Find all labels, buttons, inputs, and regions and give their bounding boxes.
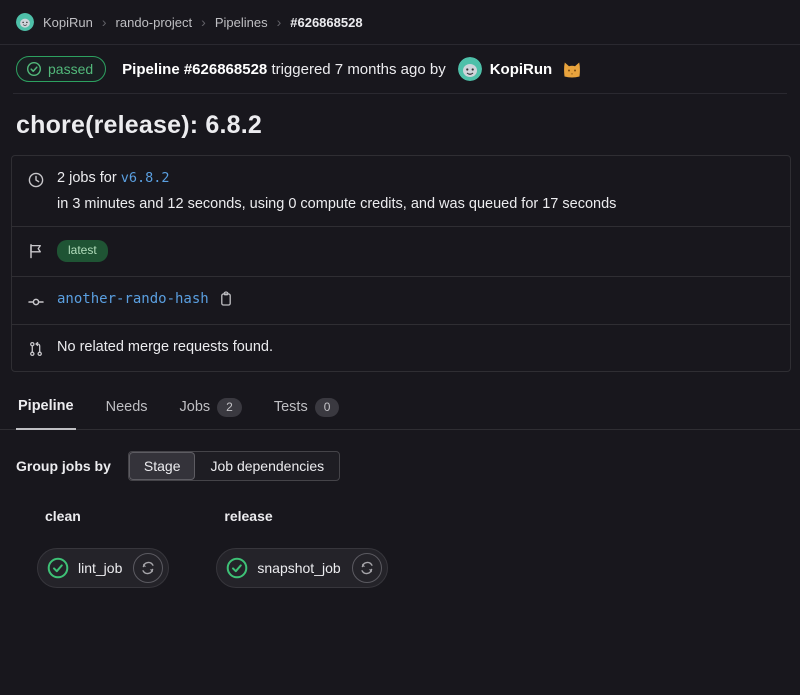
retry-icon — [359, 560, 375, 576]
project-avatar — [16, 13, 34, 31]
breadcrumb-pipelines-link[interactable]: Pipelines — [215, 15, 268, 30]
merge-request-row: No related merge requests found. — [12, 324, 790, 371]
commit-hash-link[interactable]: another-rando-hash — [57, 291, 209, 307]
tab-jobs-label: Jobs — [180, 399, 211, 415]
ref-link[interactable]: v6.8.2 — [121, 170, 170, 186]
stage-name: clean — [45, 508, 169, 524]
commit-icon — [28, 294, 44, 310]
group-by-stage-button[interactable]: Stage — [129, 452, 196, 480]
triggered-text: triggered 7 months ago by — [271, 61, 445, 78]
tab-needs-label: Needs — [106, 399, 148, 415]
breadcrumb: KopiRun › rando-project › Pipelines › #6… — [0, 0, 800, 45]
commit-row: another-rando-hash — [12, 276, 790, 324]
tab-tests-label: Tests — [274, 399, 308, 415]
group-by-dependencies-button[interactable]: Job dependencies — [195, 452, 339, 480]
group-by-segmented-control: Stage Job dependencies — [128, 451, 340, 481]
jobs-count-text: 2 jobs for — [57, 170, 117, 186]
retry-icon — [140, 560, 156, 576]
latest-badge-row: latest — [12, 226, 790, 276]
clock-icon — [28, 172, 44, 188]
clipboard-icon — [218, 291, 234, 307]
pipeline-tabs: Pipeline Needs Jobs 2 Tests 0 — [0, 389, 800, 431]
tab-pipeline[interactable]: Pipeline — [16, 389, 76, 431]
breadcrumb-project-link[interactable]: rando-project — [116, 15, 193, 30]
tab-tests[interactable]: Tests 0 — [272, 389, 342, 431]
copy-commit-button[interactable] — [218, 291, 234, 307]
chevron-right-icon: › — [102, 15, 107, 29]
retry-job-button[interactable] — [133, 553, 163, 583]
pipeline-summary-card: 2 jobs for v6.8.2 in 3 minutes and 12 se… — [11, 155, 791, 372]
retry-job-button[interactable] — [352, 553, 382, 583]
job-pill-lint-job[interactable]: lint_job — [37, 548, 169, 588]
group-jobs-label: Group jobs by — [16, 458, 111, 474]
job-name: lint_job — [78, 560, 124, 576]
cat-emoji-icon — [562, 60, 582, 78]
group-jobs-row: Group jobs by Stage Job dependencies — [0, 430, 800, 481]
stage-column-clean: clean lint_job — [37, 508, 169, 588]
tab-pipeline-label: Pipeline — [18, 398, 74, 414]
page-title: chore(release): 6.8.2 — [0, 94, 800, 153]
no-merge-requests-text: No related merge requests found. — [57, 339, 273, 355]
stage-name: release — [224, 508, 387, 524]
merge-request-icon — [28, 341, 44, 357]
job-success-icon — [47, 557, 69, 579]
check-circle-icon — [26, 61, 42, 77]
tab-jobs[interactable]: Jobs 2 — [178, 389, 244, 431]
latest-badge: latest — [57, 240, 108, 262]
jobs-summary-row: 2 jobs for v6.8.2 in 3 minutes and 12 se… — [12, 156, 790, 226]
stage-column-release: release snapshot_job — [216, 508, 387, 588]
job-success-icon — [226, 557, 248, 579]
chevron-right-icon: › — [277, 15, 282, 29]
pipeline-id-bold: Pipeline #626868528 — [122, 61, 267, 78]
breadcrumb-group-link[interactable]: KopiRun — [43, 15, 93, 30]
job-pill-snapshot-job[interactable]: snapshot_job — [216, 548, 387, 588]
user-name-link[interactable]: KopiRun — [490, 61, 552, 78]
tab-needs[interactable]: Needs — [104, 389, 150, 431]
chevron-right-icon: › — [201, 15, 206, 29]
pipeline-trigger-text: Pipeline #626868528 triggered 7 months a… — [122, 61, 446, 78]
jobs-count-badge: 2 — [217, 398, 242, 418]
status-badge-label: passed — [48, 61, 93, 77]
user-avatar[interactable] — [458, 57, 482, 81]
job-name: snapshot_job — [257, 560, 342, 576]
status-badge[interactable]: passed — [16, 56, 106, 82]
pipeline-graph: clean lint_job release — [0, 481, 800, 588]
breadcrumb-pipeline-id: #626868528 — [290, 15, 362, 30]
pipeline-status-bar: passed Pipeline #626868528 triggered 7 m… — [13, 45, 787, 94]
flag-icon — [28, 243, 44, 259]
duration-text: in 3 minutes and 12 seconds, using 0 com… — [57, 196, 616, 212]
tests-count-badge: 0 — [315, 398, 340, 418]
